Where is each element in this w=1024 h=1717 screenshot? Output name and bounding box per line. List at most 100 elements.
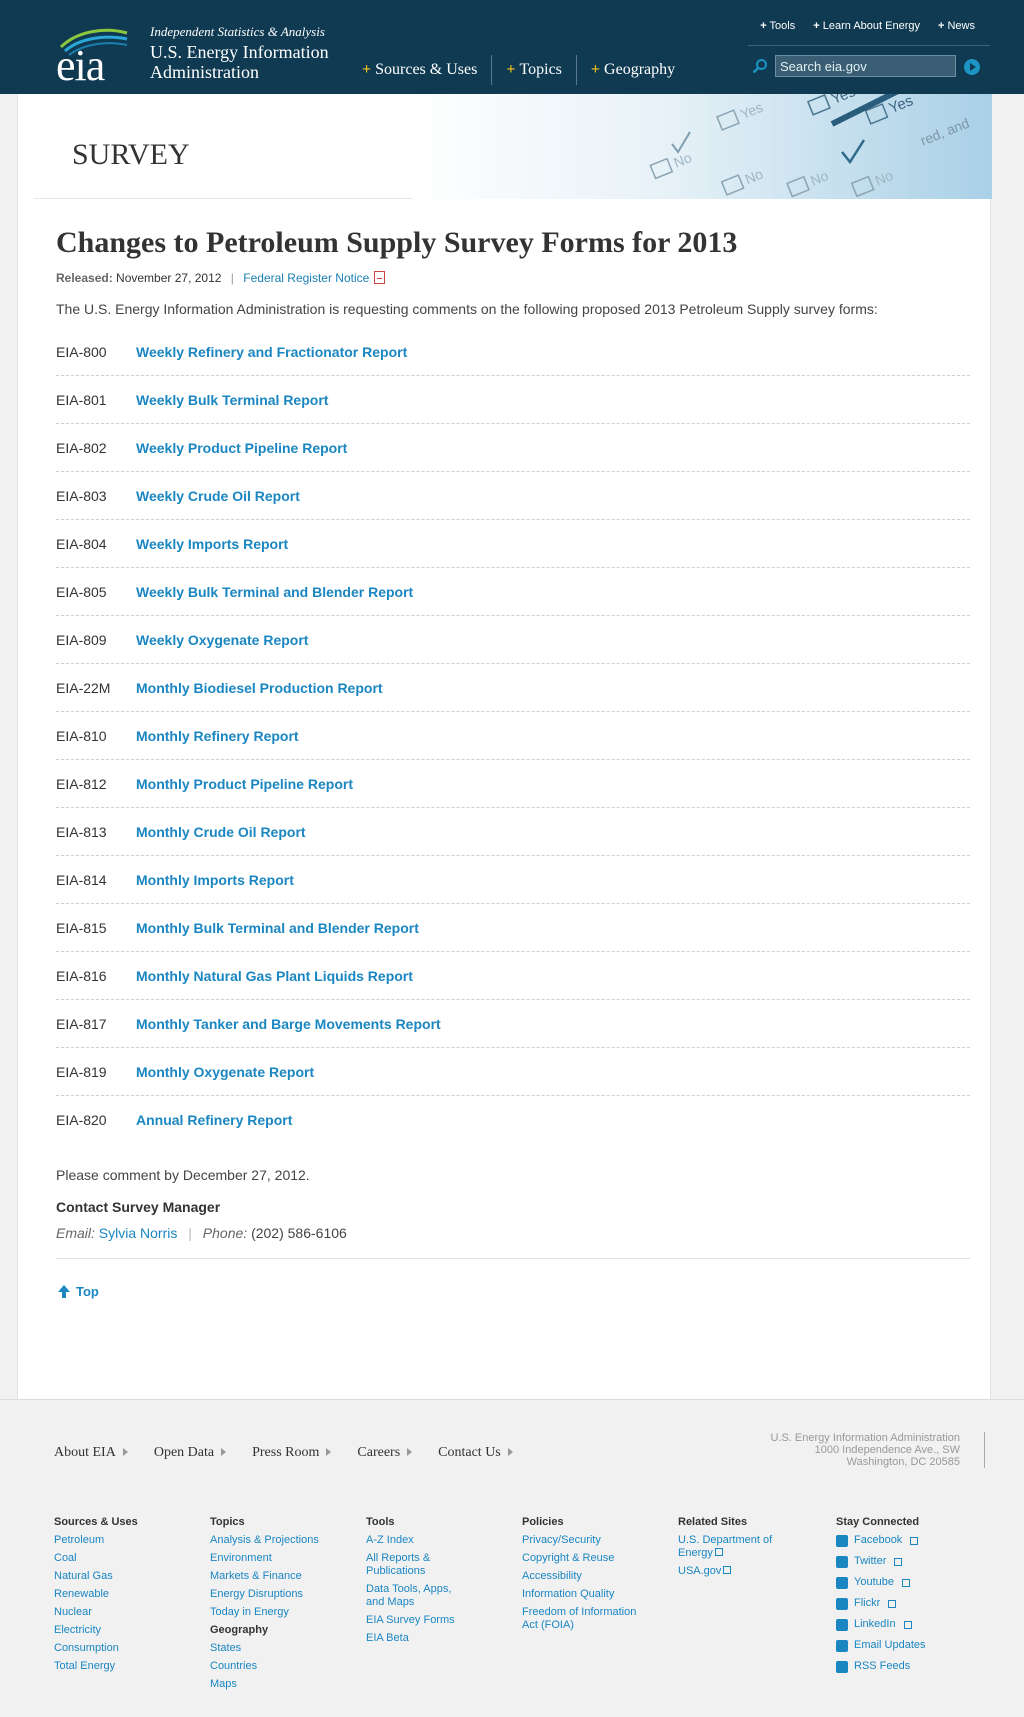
form-link[interactable]: Monthly Tanker and Barge Movements Repor…: [136, 1016, 441, 1032]
search-input[interactable]: [775, 55, 956, 77]
footer-link[interactable]: Nuclear: [54, 1606, 194, 1619]
contact-separator: |: [188, 1225, 192, 1241]
social-facebook[interactable]: Facebook: [836, 1534, 976, 1547]
form-row: EIA-802 Weekly Product Pipeline Report: [56, 424, 970, 472]
form-link[interactable]: Weekly Bulk Terminal and Blender Report: [136, 584, 413, 600]
footer-nav-careers[interactable]: Careers: [357, 1445, 412, 1461]
contact-heading: Contact Survey Manager: [56, 1199, 221, 1215]
divider: [56, 1258, 970, 1259]
search-divider: [748, 45, 990, 46]
form-link[interactable]: Monthly Bulk Terminal and Blender Report: [136, 920, 419, 936]
footer-link[interactable]: Petroleum: [54, 1534, 194, 1547]
form-link[interactable]: Weekly Oxygenate Report: [136, 632, 308, 648]
footer-link[interactable]: Countries: [210, 1660, 350, 1673]
form-row: EIA-819 Monthly Oxygenate Report: [56, 1048, 970, 1096]
org-name-line1[interactable]: U.S. Energy Information: [150, 42, 329, 63]
form-link[interactable]: Monthly Product Pipeline Report: [136, 776, 353, 792]
footer-link[interactable]: Information Quality: [522, 1588, 662, 1601]
survey-forms-list: EIA-800 Weekly Refinery and Fractionator …: [56, 328, 970, 1144]
footer-link[interactable]: U.S. Department of Energy: [678, 1534, 788, 1560]
released-label: Released:: [56, 271, 113, 285]
section-banner: No Yes No Yes No Yes No red, and SURVEY: [34, 94, 992, 199]
footer-nav-press-room[interactable]: Press Room: [252, 1445, 331, 1461]
footer-link[interactable]: Analysis & Projections: [210, 1534, 350, 1547]
form-link[interactable]: Weekly Crude Oil Report: [136, 488, 300, 504]
footer-link[interactable]: Copyright & Reuse: [522, 1552, 662, 1565]
footer-nav-contact[interactable]: Contact Us: [438, 1445, 513, 1461]
footer-link[interactable]: Consumption: [54, 1642, 194, 1655]
social-linkedin[interactable]: LinkedIn: [836, 1618, 976, 1631]
org-name-line2[interactable]: Administration: [150, 62, 259, 83]
social-rss[interactable]: RSS Feeds: [836, 1660, 976, 1673]
form-code: EIA-812: [56, 775, 107, 792]
release-separator: |: [230, 271, 234, 285]
footer-link[interactable]: Data Tools, Apps, and Maps: [366, 1583, 466, 1609]
footer-link[interactable]: USA.gov: [678, 1565, 818, 1578]
form-link[interactable]: Weekly Refinery and Fractionator Report: [136, 344, 407, 360]
search-submit-button[interactable]: [964, 59, 980, 75]
footer-link[interactable]: Total Energy: [54, 1660, 194, 1673]
form-link[interactable]: Annual Refinery Report: [136, 1112, 292, 1128]
back-to-top-link[interactable]: Top: [58, 1284, 99, 1299]
footer-link[interactable]: Privacy/Security: [522, 1534, 662, 1547]
utility-nav: + Tools + Learn About Energy + News: [760, 20, 975, 32]
page-title: Changes to Petroleum Supply Survey Forms…: [56, 226, 738, 259]
form-link[interactable]: Monthly Refinery Report: [136, 728, 299, 744]
social-twitter[interactable]: Twitter: [836, 1555, 976, 1568]
site-header: eia Independent Statistics & Analysis U.…: [0, 0, 1024, 94]
facebook-icon: [836, 1534, 848, 1547]
form-row: EIA-814 Monthly Imports Report: [56, 856, 970, 904]
form-link[interactable]: Monthly Oxygenate Report: [136, 1064, 314, 1080]
footer-link[interactable]: Maps: [210, 1678, 350, 1691]
footer-link[interactable]: Renewable: [54, 1588, 194, 1601]
social-email[interactable]: Email Updates: [836, 1639, 976, 1652]
form-link[interactable]: Monthly Biodiesel Production Report: [136, 680, 383, 696]
form-link[interactable]: Monthly Crude Oil Report: [136, 824, 306, 840]
release-info: Released: November 27, 2012 | Federal Re…: [56, 271, 386, 285]
footer-nav-open-data[interactable]: Open Data: [154, 1445, 226, 1461]
util-nav-learn[interactable]: + Learn About Energy: [813, 20, 920, 32]
util-nav-tools[interactable]: + Tools: [760, 20, 795, 32]
form-row: EIA-817 Monthly Tanker and Barge Movement…: [56, 1000, 970, 1048]
form-code: EIA-817: [56, 1015, 107, 1032]
form-link[interactable]: Monthly Natural Gas Plant Liquids Report: [136, 968, 413, 984]
form-link[interactable]: Weekly Imports Report: [136, 536, 288, 552]
footer-link[interactable]: Today in Energy: [210, 1606, 350, 1619]
federal-register-notice-link[interactable]: Federal Register Notice: [243, 271, 369, 285]
rss-icon: [836, 1660, 848, 1673]
external-link-icon: [901, 1578, 910, 1587]
footer-link[interactable]: Markets & Finance: [210, 1570, 350, 1583]
footer-link[interactable]: Natural Gas: [54, 1570, 194, 1583]
footer-link[interactable]: EIA Survey Forms: [366, 1614, 506, 1627]
phone-label: Phone:: [202, 1225, 248, 1241]
footer-link[interactable]: A-Z Index: [366, 1534, 506, 1547]
logo-text[interactable]: eia: [56, 40, 105, 91]
social-youtube[interactable]: Youtube: [836, 1576, 976, 1589]
form-row: EIA-813 Monthly Crude Oil Report: [56, 808, 970, 856]
email-label: Email:: [56, 1225, 95, 1241]
email-link[interactable]: Sylvia Norris: [99, 1225, 178, 1241]
footer-link[interactable]: EIA Beta: [366, 1632, 506, 1645]
footer-link[interactable]: Freedom of Information Act (FOIA): [522, 1606, 647, 1632]
nav-sources-uses[interactable]: + Sources & Uses: [360, 55, 493, 85]
footer-link[interactable]: States: [210, 1642, 350, 1655]
footer-nav-about[interactable]: About EIA: [54, 1445, 128, 1461]
social-flickr[interactable]: Flickr: [836, 1597, 976, 1610]
nav-topics[interactable]: + Topics: [492, 55, 577, 85]
nav-geography[interactable]: + Geography: [577, 55, 689, 85]
util-nav-news[interactable]: + News: [938, 20, 975, 32]
pdf-icon[interactable]: [374, 271, 386, 284]
footer-link[interactable]: All Reports & Publications: [366, 1552, 446, 1578]
footer-link[interactable]: Energy Disruptions: [210, 1588, 350, 1601]
footer-link[interactable]: Electricity: [54, 1624, 194, 1637]
footer-link[interactable]: Coal: [54, 1552, 194, 1565]
twitter-icon: [836, 1555, 848, 1568]
footer-link[interactable]: Environment: [210, 1552, 350, 1565]
footer-link[interactable]: Accessibility: [522, 1570, 662, 1583]
youtube-icon: [836, 1576, 848, 1589]
form-link[interactable]: Weekly Product Pipeline Report: [136, 440, 347, 456]
form-link[interactable]: Monthly Imports Report: [136, 872, 294, 888]
survey-checkbox-banner-image: No Yes No Yes No Yes No red, and: [412, 94, 992, 199]
footer-address: U.S. Energy Information Administration 1…: [770, 1432, 960, 1468]
form-link[interactable]: Weekly Bulk Terminal Report: [136, 392, 328, 408]
